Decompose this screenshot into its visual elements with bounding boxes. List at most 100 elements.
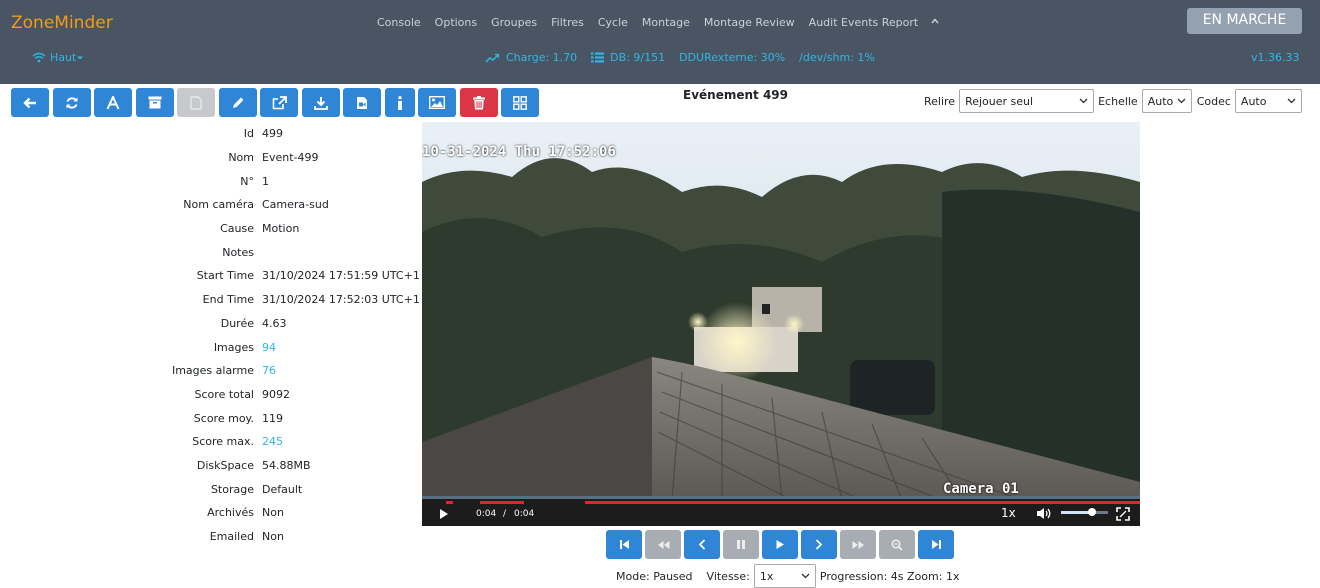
nav-montage-review[interactable]: Montage Review xyxy=(704,16,795,29)
current-time: 0:04 xyxy=(476,509,497,519)
fast-rewind-button[interactable] xyxy=(645,530,681,559)
zoom-out-icon xyxy=(891,538,903,551)
frames-button[interactable] xyxy=(418,88,456,117)
brand-logo[interactable]: ZoneMinder xyxy=(11,13,113,33)
detail-key: Images alarme xyxy=(171,364,254,378)
nav-groups[interactable]: Groupes xyxy=(491,16,537,29)
zoom-out-button[interactable] xyxy=(879,530,915,559)
archive-button[interactable] xyxy=(135,88,174,117)
detail-value: 9092 xyxy=(262,387,290,401)
system-stats: Charge: 1.70 DB: 9/151 DDURexterne: 30% … xyxy=(485,51,889,64)
scale-value: Auto xyxy=(1147,94,1174,108)
detail-value: 31/10/2024 17:51:59 UTC+1 xyxy=(262,269,420,283)
detail-row: Nom caméra Camera-sud xyxy=(0,193,420,217)
trash-icon xyxy=(472,95,485,109)
refresh-icon xyxy=(66,96,77,109)
mode-label: Mode: xyxy=(616,569,650,583)
refresh-button[interactable] xyxy=(52,88,91,117)
back-button[interactable] xyxy=(11,88,49,117)
file-video-icon xyxy=(357,96,367,109)
volume-knob[interactable] xyxy=(1087,508,1096,516)
delete-button[interactable] xyxy=(459,88,498,117)
playback-rate[interactable]: 1x xyxy=(1001,506,1016,520)
detail-key: Score moy. xyxy=(193,411,254,425)
video-export-button[interactable] xyxy=(343,88,381,117)
video-progress-track[interactable] xyxy=(422,496,1140,499)
detail-link[interactable]: 245 xyxy=(262,435,283,448)
detail-value: 31/10/2024 17:52:03 UTC+1 xyxy=(262,293,420,307)
speed-select[interactable]: 1x xyxy=(753,564,816,588)
download-button[interactable] xyxy=(301,88,340,117)
download-icon xyxy=(313,96,328,110)
nav-filters[interactable]: Filtres xyxy=(551,16,584,29)
video-player[interactable]: 10-31-2024 Thu 17:52:06 Camera 01 0:04 /… xyxy=(422,122,1140,526)
play-icon[interactable] xyxy=(439,508,449,520)
main-nav: Console Options Groupes Filtres Cycle Mo… xyxy=(377,16,954,29)
top-navbar: ZoneMinder Console Options Groupes Filtr… xyxy=(0,0,1320,84)
detail-key: Emailed xyxy=(209,530,254,544)
pause-button[interactable] xyxy=(723,530,759,559)
montage-button[interactable] xyxy=(501,88,539,117)
volume-slider[interactable] xyxy=(1061,508,1108,516)
event-toolbar xyxy=(11,88,543,117)
trend-icon xyxy=(485,53,500,63)
fullscreen-icon[interactable] xyxy=(1116,507,1130,521)
detail-link[interactable]: 76 xyxy=(262,364,276,377)
detail-row: Notes xyxy=(0,240,420,264)
grid-icon xyxy=(513,95,527,110)
play-button[interactable] xyxy=(762,530,798,559)
bandwidth-dropdown[interactable]: Haut xyxy=(32,51,88,64)
image-icon xyxy=(429,96,445,109)
detail-key: Score total xyxy=(194,387,254,401)
playback-controls xyxy=(606,530,957,559)
volume-icon[interactable] xyxy=(1036,507,1052,520)
disk-stat: DDURexterne: 30% xyxy=(679,51,786,64)
chevron-right-icon xyxy=(815,539,823,550)
skip-end-icon xyxy=(931,540,941,549)
nav-cycle[interactable]: Cycle xyxy=(598,16,628,29)
nav-options[interactable]: Options xyxy=(435,16,477,29)
arrow-left-icon xyxy=(23,97,36,108)
camera-frame xyxy=(422,122,1140,500)
fast-forward-button[interactable] xyxy=(840,530,876,559)
last-event-button[interactable] xyxy=(918,530,954,559)
detail-key: End Time xyxy=(202,293,254,307)
volume-level xyxy=(1061,511,1092,514)
codec-label: Codec xyxy=(1196,94,1231,108)
nav-console[interactable]: Console xyxy=(377,16,421,29)
scale-select[interactable]: Auto xyxy=(1141,89,1192,113)
codec-select[interactable]: Auto xyxy=(1234,89,1302,113)
nav-audit-events[interactable]: Audit Events Report xyxy=(809,16,919,29)
previous-frame-button[interactable] xyxy=(684,530,720,559)
info-icon xyxy=(397,95,402,110)
collapse-nav-icon[interactable] xyxy=(930,16,940,29)
detail-row: Emailed Non xyxy=(0,525,420,549)
skip-start-icon xyxy=(619,540,629,549)
run-state-button[interactable]: EN MARCHE xyxy=(1187,8,1302,34)
detail-row: Storage Default xyxy=(0,477,420,501)
unarchive-button[interactable] xyxy=(177,88,215,117)
detail-key: N° xyxy=(240,174,254,188)
detail-row: DiskSpace 54.88MB xyxy=(0,454,420,478)
first-event-button[interactable] xyxy=(606,530,642,559)
detail-key: Id xyxy=(243,127,254,141)
version-label[interactable]: v1.36.33 xyxy=(1251,51,1300,64)
next-frame-button[interactable] xyxy=(801,530,837,559)
fast-rewind-icon xyxy=(657,540,669,549)
chevron-down-icon xyxy=(1079,98,1088,104)
external-link-icon xyxy=(272,95,287,109)
detail-row: End Time 31/10/2024 17:52:03 UTC+1 xyxy=(0,288,420,312)
export-button[interactable] xyxy=(260,88,298,117)
osd-timestamp: 10-31-2024 Thu 17:52:06 xyxy=(422,144,616,160)
rename-button[interactable] xyxy=(94,88,132,117)
detail-value: 119 xyxy=(262,411,283,425)
replay-mode-value: Rejouer seul xyxy=(965,94,1034,108)
replay-mode-select[interactable]: Rejouer seul xyxy=(959,89,1095,113)
chevron-down-icon xyxy=(801,573,810,579)
detail-value: 499 xyxy=(262,127,283,141)
detail-link[interactable]: 94 xyxy=(262,341,276,354)
info-button[interactable] xyxy=(384,88,415,117)
detail-value: Event-499 xyxy=(262,151,319,165)
edit-button[interactable] xyxy=(218,88,257,117)
nav-montage[interactable]: Montage xyxy=(642,16,690,29)
